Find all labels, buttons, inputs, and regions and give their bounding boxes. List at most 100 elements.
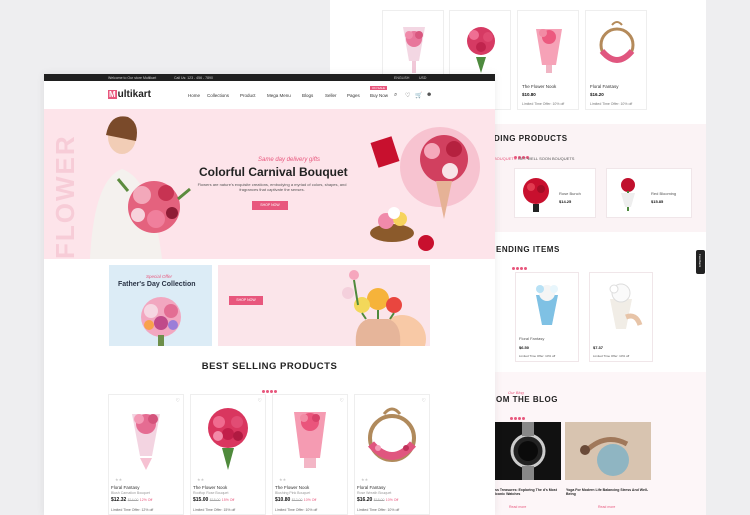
blog-yoga-image[interactable] xyxy=(565,422,651,480)
currency-select[interactable]: USD xyxy=(419,76,426,80)
item-card[interactable]: $7.37 Limited Time Offer: 10% off xyxy=(589,272,653,362)
flower-vase-promo[interactable]: SHOP NOW xyxy=(218,265,430,346)
phone-text: Call Us: 123 - 456 - 7890 xyxy=(174,75,213,80)
product-subtitle: Blush Carnation Bouquet xyxy=(111,491,150,495)
limited-offer: Limited Time Offer: 10% off xyxy=(590,102,633,106)
nav-home[interactable]: Home xyxy=(188,93,200,98)
nav-seller[interactable]: Seller xyxy=(325,93,337,98)
hero-banner: FLOWER Same day delivery gifts Colorful … xyxy=(44,109,495,259)
top-bar: Welcome to Our store Multikart Call Us: … xyxy=(44,74,495,81)
read-more-link[interactable]: Read more xyxy=(509,505,526,509)
cart-icon[interactable]: 🛒 xyxy=(415,92,422,99)
hero-vertical-text: FLOWER xyxy=(50,134,80,259)
product-name: The Flower Nook xyxy=(522,84,557,89)
divider-dots xyxy=(514,146,530,159)
trending-product-card[interactable]: Red Blooming $15.85 xyxy=(606,168,692,218)
product-name: Floral Fantasy xyxy=(111,485,140,490)
hero-description: Flowers are nature's exquisite creations… xyxy=(197,182,347,192)
rating-stars: ★★ xyxy=(197,477,205,482)
read-more-link[interactable]: Read more xyxy=(598,505,615,509)
limited-offer: Limited Time Offer: 15% off xyxy=(193,508,236,512)
divider-dots xyxy=(262,380,278,393)
blue-bouquet-image xyxy=(536,285,558,325)
product-price: $12.32 $14.00 12% Off xyxy=(111,497,152,503)
woman-with-bouquet-image xyxy=(90,116,191,259)
product-card[interactable]: ♡ ★★ The Flower Nook Rooftop Rose Bouque… xyxy=(190,394,266,515)
logo[interactable]: Multikart xyxy=(108,89,151,100)
product-name: Red Blooming xyxy=(651,191,677,196)
feedback-tab[interactable]: Feedback xyxy=(696,250,705,274)
product-card[interactable]: ♡ ★★ The Flower Nook Blushing Pink Bouqu… xyxy=(272,394,348,515)
product-price: $15.00 $18.00 15% Off xyxy=(193,497,234,503)
tab-get-well[interactable]: GET WELL SOON BOUQUETS xyxy=(518,156,574,161)
promo-title: Father's Day Collection xyxy=(118,281,196,288)
bouquet-image xyxy=(403,27,425,73)
promo-shop-now-button[interactable]: SHOP NOW xyxy=(229,296,263,305)
promo-bouquet-image xyxy=(141,297,181,346)
blog-post-title[interactable]: ss Treasures: Exploring The d's Most Ico… xyxy=(495,488,561,496)
wishlist-heart-icon[interactable]: ♡ xyxy=(176,398,180,404)
bouquet-image xyxy=(536,29,562,73)
discount: 10% Off xyxy=(385,498,399,502)
rating-stars: ★★ xyxy=(115,477,123,482)
nav-blogs[interactable]: Blogs xyxy=(302,93,313,98)
product-image xyxy=(110,396,182,475)
product-card[interactable]: ♡ ★★ Floral Fantasy Rose Wreath Bouquet … xyxy=(354,394,430,515)
wishlist-heart-icon[interactable]: ♡ xyxy=(340,398,344,404)
limited-offer: Limited Time Offer: 10% off xyxy=(357,508,400,512)
rating-stars: ★★ xyxy=(361,477,369,482)
logo-text: ultikart xyxy=(117,89,152,100)
blog-watch-image[interactable] xyxy=(495,422,561,480)
heart-icon[interactable]: ♡ xyxy=(405,92,410,99)
rating-stars: ★★ xyxy=(279,477,287,482)
section-title: ENDING ITEMS xyxy=(496,245,560,254)
front-page: Welcome to Our store Multikart Call Us: … xyxy=(44,74,495,515)
nav-product[interactable]: Product xyxy=(240,93,256,98)
welcome-text: Welcome to Our store Multikart xyxy=(108,75,157,80)
price-current: $15.00 xyxy=(193,497,209,503)
tab-bouquets[interactable]: BOUQUETS xyxy=(494,156,516,161)
nav-collections[interactable]: Collections xyxy=(207,93,229,98)
product-card[interactable]: The Flower Nook $10.80 Limited Time Offe… xyxy=(517,10,579,110)
item-name: Floral Fantasy xyxy=(519,336,545,341)
limited-offer: Limited Time Offer: 10% off xyxy=(519,354,556,358)
user-icon[interactable]: ☻ xyxy=(426,92,432,98)
fathers-day-promo[interactable]: Special Offer Father's Day Collection xyxy=(109,265,212,346)
section-title: OM THE BLOG xyxy=(496,395,558,404)
limited-offer: Limited Time Offer: 10% off xyxy=(593,354,630,358)
rose-stem-image xyxy=(621,178,635,211)
search-icon[interactable]: ⌕ xyxy=(394,92,397,99)
product-name: Rose Bunch xyxy=(559,191,581,196)
sale-badge: ON SALE xyxy=(370,86,388,90)
blog-post-title[interactable]: Yoga For Modern Life Balancing Stress An… xyxy=(566,488,652,496)
product-card[interactable]: Floral Fantasy $16.20 Limited Time Offer… xyxy=(585,10,647,110)
product-image xyxy=(356,396,428,475)
product-card[interactable]: ♡ ★★ Floral Fantasy Blush Carnation Bouq… xyxy=(108,394,184,515)
price-old: $14.00 xyxy=(127,498,139,502)
discount: 10% Off xyxy=(303,498,317,502)
product-subtitle: Blushing Pink Bouquet xyxy=(275,491,311,495)
product-name: The Flower Nook xyxy=(275,485,310,490)
item-card[interactable]: Floral Fantasy $6.50 Limited Time Offer:… xyxy=(515,272,579,362)
wishlist-heart-icon[interactable]: ♡ xyxy=(258,398,262,404)
nav-pages[interactable]: Pages xyxy=(347,93,360,98)
section-title: DING PRODUCTS xyxy=(494,134,568,143)
product-price: $14.25 xyxy=(559,199,572,204)
nav-buy-now[interactable]: Buy Now xyxy=(370,93,388,98)
item-price: $6.50 xyxy=(519,345,530,350)
hero-title: Colorful Carnival Bouquet xyxy=(199,165,348,179)
trending-product-card[interactable]: Rose Bunch $14.25 xyxy=(514,168,596,218)
price-old: $12.00 xyxy=(291,498,303,502)
nav-mega-menu[interactable]: Mega Menu xyxy=(267,93,291,98)
price-old: $18.00 xyxy=(373,498,385,502)
main-nav: Multikart Home Collections Product Mega … xyxy=(44,81,495,109)
product-price: $10.80 xyxy=(522,92,536,97)
hero-subtitle: Same day delivery gifts xyxy=(258,157,321,163)
shop-now-button[interactable]: SHOP NOW xyxy=(252,201,288,210)
divider-dots xyxy=(510,407,526,420)
product-image xyxy=(192,396,264,475)
wishlist-heart-icon[interactable]: ♡ xyxy=(422,398,426,404)
product-name: Floral Fantasy xyxy=(357,485,386,490)
language-select[interactable]: ENGLISH xyxy=(394,76,409,80)
limited-offer: Limited Time Offer: 12% off xyxy=(111,508,154,512)
